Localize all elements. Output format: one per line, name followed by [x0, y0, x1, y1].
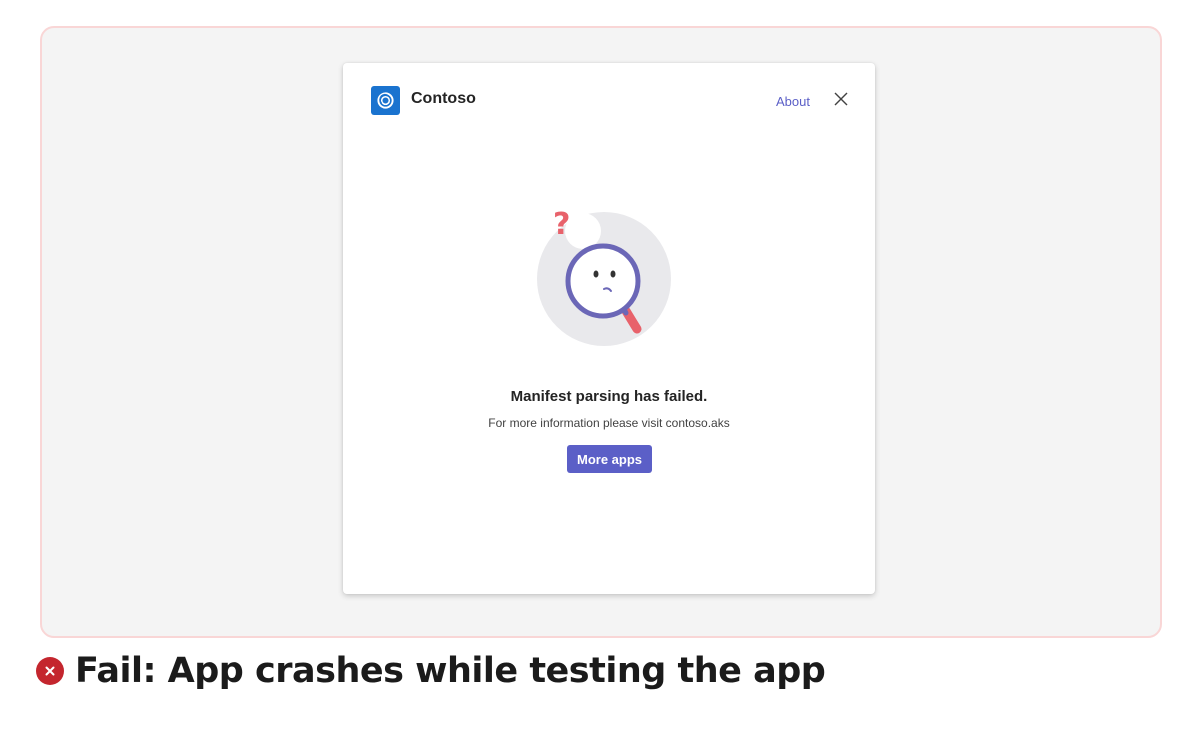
svg-text:?: ? — [553, 207, 570, 242]
caption-text: Fail: App crashes while testing the app — [75, 651, 826, 691]
magnifier-question-illustration: ? — [533, 201, 683, 351]
fail-icon — [36, 657, 64, 685]
close-icon[interactable] — [832, 90, 850, 108]
error-title: Manifest parsing has failed. — [510, 388, 708, 405]
app-name: Contoso — [411, 90, 476, 107]
contoso-logo-icon — [371, 86, 400, 115]
error-subtitle: For more information please visit contos… — [488, 416, 730, 430]
app-dialog: Contoso About ? Manifest parsing has fai… — [343, 63, 875, 594]
about-link[interactable]: About — [776, 94, 810, 109]
caption: Fail: App crashes while testing the app — [36, 651, 826, 691]
more-apps-button[interactable]: More apps — [567, 445, 652, 473]
